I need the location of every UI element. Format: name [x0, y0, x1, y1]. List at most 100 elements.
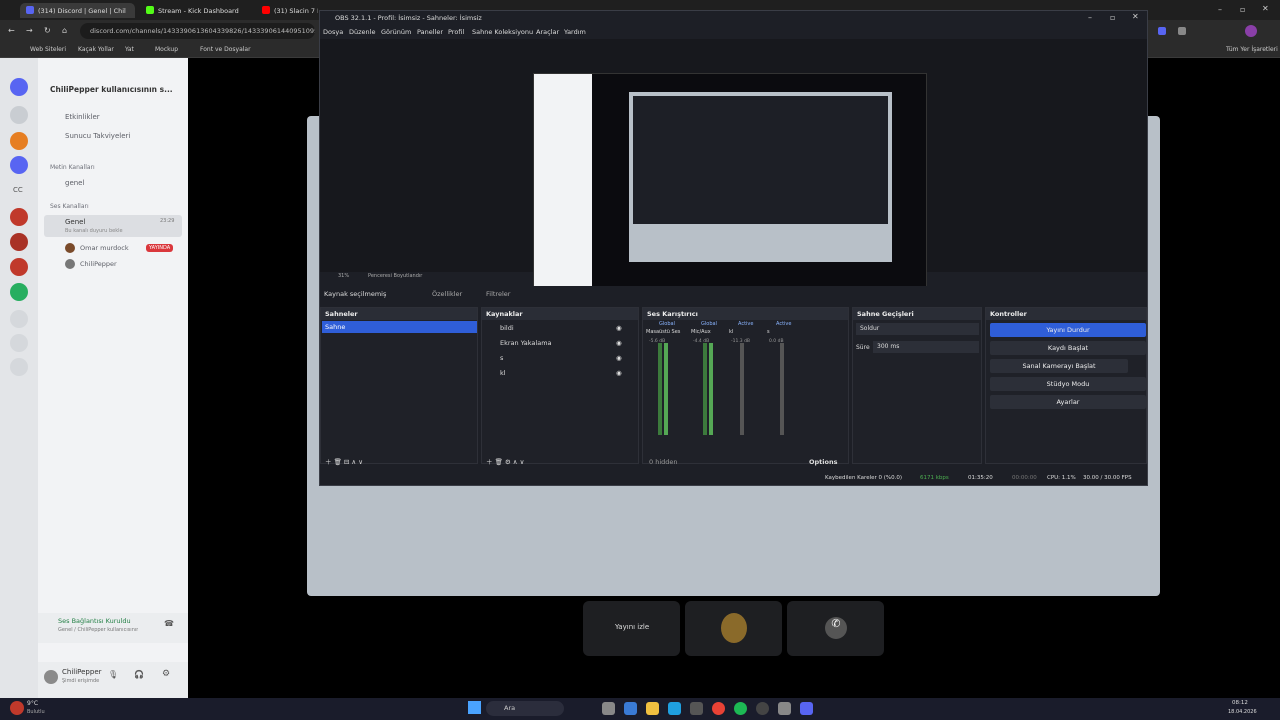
close-icon[interactable]: ✕ — [1262, 4, 1269, 13]
eye-icon[interactable]: ◉ — [616, 339, 622, 347]
bookmark-folder[interactable]: Yat — [125, 46, 134, 53]
events-link[interactable]: Etkinlikler — [65, 113, 100, 121]
settings-button[interactable]: Ayarlar — [990, 395, 1146, 409]
close-icon[interactable]: ✕ — [1132, 12, 1139, 21]
add-source-icon[interactable]: ＋ 🗑 ⚙ ∧ ∨ — [486, 456, 524, 466]
server-icon[interactable] — [10, 106, 28, 124]
headphones-icon[interactable]: 🎧 — [134, 670, 144, 679]
server-icon[interactable] — [10, 283, 28, 301]
menu-duzenle[interactable]: Düzenle — [349, 28, 375, 36]
obs-preview[interactable]: 31% Penceresi Boyutlandır — [320, 39, 1147, 291]
menu-yardim[interactable]: Yardım — [564, 28, 586, 36]
maximize-icon[interactable]: ▫ — [1240, 5, 1245, 14]
discord-icon[interactable] — [800, 702, 813, 715]
extension-icon[interactable] — [1178, 27, 1186, 35]
server-icon[interactable] — [10, 208, 28, 226]
server-icon[interactable] — [10, 258, 28, 276]
youtube-icon — [262, 6, 270, 14]
menu-profil[interactable]: Profil — [448, 28, 464, 36]
store-icon[interactable] — [690, 702, 703, 715]
boosts-link[interactable]: Sunucu Takviyeleri — [65, 132, 130, 140]
scene-item[interactable]: Sahne — [322, 321, 477, 333]
server-icon[interactable] — [10, 156, 28, 174]
source-item[interactable]: s — [500, 354, 503, 362]
filters-button[interactable]: Filtreler — [486, 290, 510, 298]
add-server-icon[interactable] — [10, 310, 28, 328]
watch-stream-button[interactable]: Yayını izle — [583, 601, 680, 656]
profile-avatar[interactable] — [1245, 25, 1257, 37]
start-recording-button[interactable]: Kaydı Başlat — [990, 341, 1146, 355]
chrome-icon[interactable] — [712, 702, 725, 715]
taskview-icon[interactable] — [602, 702, 615, 715]
windows-taskbar: 9°C Bulutlu Ara 08:12 18.04.2026 — [0, 698, 1280, 720]
menu-gorunum[interactable]: Görünüm — [381, 28, 411, 36]
call-tile[interactable]: ✆ — [787, 601, 884, 656]
voice-user[interactable]: Omar murdock — [80, 244, 129, 252]
maximize-icon[interactable]: ▫ — [1110, 13, 1115, 22]
tab-discord[interactable]: (314) Discord | Genel | Chil — [20, 3, 135, 18]
menu-paneller[interactable]: Paneller — [417, 28, 443, 36]
explorer-icon[interactable] — [646, 702, 659, 715]
add-scene-icon[interactable]: ＋ 🗑 ⊟ ∧ ∨ — [325, 456, 363, 466]
menu-sahne-koleksiyonu[interactable]: Sahne Koleksiyonu — [472, 28, 533, 36]
eye-icon[interactable]: ◉ — [616, 369, 622, 377]
settings-icon[interactable]: ⚙ — [162, 669, 170, 679]
app-icon[interactable] — [624, 702, 637, 715]
url-input[interactable]: discord.com/channels/1433390613604339826… — [80, 23, 315, 39]
eye-icon[interactable]: ◉ — [616, 324, 622, 332]
text-category[interactable]: Metin Kanalları — [50, 164, 95, 171]
properties-button[interactable]: Özellikler — [432, 290, 462, 298]
home-icon[interactable]: ⌂ — [62, 26, 67, 35]
virtual-camera-button[interactable]: Sanal Kamerayı Başlat — [990, 359, 1128, 373]
voice-channel-genel[interactable]: Genel 23:29 Bu kanalı duyuru bekle — [44, 215, 182, 237]
source-item[interactable]: bildi — [500, 324, 514, 332]
studio-mode-button[interactable]: Stüdyo Modu — [990, 377, 1146, 391]
source-item[interactable]: kl — [500, 369, 506, 377]
channel-genel[interactable]: genel — [65, 179, 84, 187]
options-button[interactable]: Options — [809, 458, 837, 466]
reload-icon[interactable]: ↻ — [44, 26, 51, 35]
bookmark-folder[interactable]: Font ve Dosyalar — [200, 46, 251, 53]
server-name[interactable]: ChiliPepper kullanıcısının s... — [50, 85, 173, 94]
disconnect-icon[interactable]: ☎ — [164, 619, 174, 628]
spotify-icon[interactable] — [734, 702, 747, 715]
volume-meter — [664, 343, 668, 435]
minimize-icon[interactable]: – — [1218, 5, 1222, 14]
server-cc[interactable]: CC — [13, 186, 23, 194]
tab-kick[interactable]: Stream - Kick Dashboard — [140, 3, 250, 18]
voice-user[interactable]: ChiliPepper — [80, 260, 117, 268]
all-bookmarks[interactable]: Tüm Yer İşaretleri — [1226, 46, 1278, 53]
menu-araclar[interactable]: Araçlar — [536, 28, 559, 36]
taskbar-search[interactable]: Ara — [486, 701, 564, 716]
server-icon[interactable] — [10, 132, 28, 150]
voice-category[interactable]: Ses Kanalları — [50, 203, 89, 210]
obs-menubar: Dosya Düzenle Görünüm Paneller Profil Sa… — [320, 24, 1147, 38]
tab-youtube[interactable]: (31) Slacin 7 Full F — [256, 3, 318, 18]
transition-select[interactable]: Soldur — [856, 323, 979, 335]
forward-icon[interactable]: → — [26, 26, 33, 35]
minimize-icon[interactable]: – — [1088, 13, 1092, 22]
bookmark-folder[interactable]: Web Siteleri — [30, 46, 66, 53]
discord-home-icon[interactable] — [10, 78, 28, 96]
stop-stream-button[interactable]: Yayını Durdur — [990, 323, 1146, 337]
server-icon[interactable] — [10, 233, 28, 251]
mic-icon[interactable]: 🎙 — [108, 670, 118, 679]
edge-icon[interactable] — [668, 702, 681, 715]
start-icon[interactable] — [468, 701, 481, 714]
settings-icon[interactable] — [778, 702, 791, 715]
source-item[interactable]: Ekran Yakalama — [500, 339, 552, 347]
back-icon[interactable]: ← — [8, 26, 15, 35]
extension-icon[interactable] — [1158, 27, 1166, 35]
avatar[interactable] — [44, 670, 58, 684]
obs-window: OBS 32.1.1 - Profil: İsimsiz - Sahneler:… — [319, 10, 1148, 486]
eye-icon[interactable]: ◉ — [616, 354, 622, 362]
obs-icon[interactable] — [756, 702, 769, 715]
bookmark-folder[interactable]: Mockup — [155, 46, 178, 53]
menu-dosya[interactable]: Dosya — [323, 28, 343, 36]
download-icon[interactable] — [10, 358, 28, 376]
explore-icon[interactable] — [10, 334, 28, 352]
avatar — [65, 243, 75, 253]
duration-input[interactable]: 300 ms — [873, 341, 979, 353]
participant-tile[interactable] — [685, 601, 782, 656]
bookmark-folder[interactable]: Kaçak Yollar — [78, 46, 114, 53]
